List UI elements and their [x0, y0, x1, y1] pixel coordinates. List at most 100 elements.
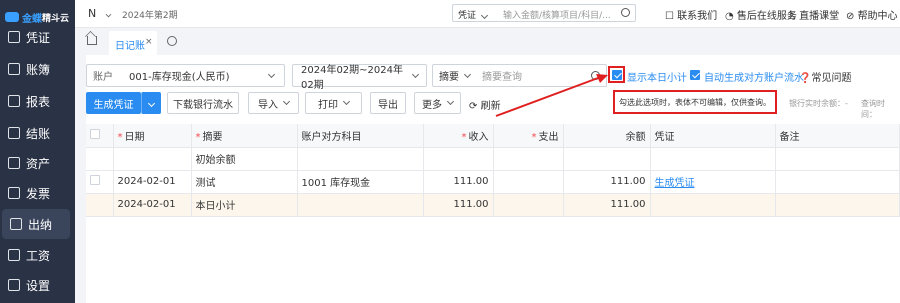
col-date[interactable]: * 日期 [113, 124, 192, 148]
invoice-icon [8, 187, 20, 199]
salary-icon [8, 249, 20, 261]
voucher-icon [8, 31, 20, 43]
faq-link[interactable]: ❓常见问题 [799, 69, 851, 84]
live-class-link[interactable]: ♙ 直播课堂 [787, 7, 839, 22]
cell-expense[interactable] [493, 170, 564, 194]
generate-voucher-dropdown[interactable] [141, 92, 161, 114]
generate-voucher-button[interactable]: 生成凭证 [86, 92, 141, 114]
col-summary[interactable]: * 摘要 [191, 124, 298, 148]
cell-summary: 本日小计 [191, 193, 298, 217]
col-balance: 余额 [563, 124, 651, 148]
global-search[interactable]: 凭证 输入金额/核算项目/科目/... [452, 4, 636, 22]
cell-income [423, 147, 494, 171]
asset-icon [8, 157, 20, 169]
sidebar-item-label: 设置 [26, 278, 51, 293]
closing-icon [8, 127, 20, 139]
show-daily-subtotal-label[interactable]: 显示本日小计 [627, 69, 687, 84]
sidebar-item-label: 凭证 [26, 30, 51, 45]
cashier-icon [10, 218, 22, 230]
sidebar-item-label: 资产 [26, 156, 51, 171]
sidebar-item-label: 结账 [26, 126, 51, 141]
cell-note [775, 147, 900, 171]
summary-input[interactable]: 摘要查询 [482, 68, 591, 83]
daily-subtotal-row: 2024-02-01 本日小计 111.00 111.00 [86, 193, 900, 217]
table-row: 初始余额 [86, 147, 900, 171]
sidebar-item-label: 工资 [26, 248, 51, 263]
help-center-link[interactable]: ⊘ 帮助中心 [846, 7, 898, 22]
col-note: 备注 [775, 124, 900, 148]
journal-table: *日期 *摘要 账户对方科目 *收入 *支出 余额 凭证 备注 初始余额 [86, 124, 900, 217]
print-button[interactable]: 打印 [305, 92, 362, 114]
cell-voucher [650, 147, 776, 171]
cell-balance: 111.00 [563, 170, 651, 194]
select-all-checkbox[interactable] [90, 128, 100, 139]
top-bar: N 2024年第2期 凭证 输入金额/核算项目/科目/... ☐ 联系我们 ◔ … [75, 0, 900, 28]
export-button[interactable]: 导出 [370, 92, 406, 114]
cell-voucher [650, 193, 776, 217]
tab-more-icon[interactable] [167, 36, 177, 46]
sidebar-item-label: 发票 [26, 186, 51, 201]
table-row: 2024-02-01 测试 1001 库存现金 111.00 111.00 生成… [86, 170, 900, 194]
sidebar-item-settings[interactable]: 设置 [0, 270, 75, 300]
sidebar-item-label: 出纳 [28, 217, 53, 232]
contact-us-link[interactable]: ☐ 联系我们 [665, 7, 717, 22]
cell-account[interactable]: 1001 库存现金 [297, 170, 424, 194]
cell-account [297, 193, 424, 217]
import-button[interactable]: 导入 [248, 92, 299, 114]
highlight-box [608, 66, 625, 83]
logo-mark-icon [5, 12, 19, 22]
cell-date: 2024-02-01 [113, 193, 192, 217]
ledger-icon [8, 63, 20, 75]
cell-summary[interactable]: 测试 [191, 170, 298, 194]
sidebar-item-report[interactable]: 报表 [0, 86, 75, 116]
cell-date[interactable]: 2024-02-01 [113, 170, 192, 194]
sidebar-item-label: 账簿 [26, 62, 51, 77]
cell-summary: 初始余额 [191, 147, 298, 171]
search-icon[interactable] [621, 8, 630, 17]
cell-date [113, 147, 192, 171]
search-type-select[interactable]: 凭证 [458, 8, 489, 21]
download-bank-flow-button[interactable]: 下载银行流水 [167, 92, 239, 114]
sidebar-item-closing[interactable]: 结账 [0, 118, 75, 148]
summary-search-icon[interactable] [591, 71, 600, 80]
auto-generate-label[interactable]: 自动生成对方账户流水 [704, 69, 804, 84]
col-expense[interactable]: * 支出 [493, 124, 564, 148]
cell-note[interactable] [775, 170, 900, 194]
cell-expense [493, 147, 564, 171]
generate-voucher-link[interactable]: 生成凭证 [650, 170, 776, 194]
tab-close-icon[interactable]: × [145, 37, 153, 47]
sidebar: 金蝶 精斗云 凭证 账簿 报表 结账 资产 发票 出纳 工资 设置 [0, 0, 75, 303]
home-icon[interactable] [87, 36, 97, 45]
account-select[interactable]: 账户 001-库存现金(人民币) [86, 64, 285, 87]
refresh-button[interactable]: ⟳ 刷新 [469, 97, 501, 112]
cell-balance: 111.00 [563, 193, 651, 217]
col-income[interactable]: * 收入 [423, 124, 494, 148]
cell-account [297, 147, 424, 171]
help-icon: ❓ [799, 73, 812, 84]
cell-income[interactable]: 111.00 [423, 170, 494, 194]
report-icon [8, 95, 20, 107]
table-header-row: * 日期 * 摘要 账户对方科目 * 收入 * 支出 余额 凭证 备注 [86, 124, 900, 148]
period-range-select[interactable]: 2024年02期~2024年02期 [292, 64, 427, 91]
auto-generate-checkbox[interactable] [690, 70, 700, 80]
settings-icon [8, 279, 20, 291]
sidebar-item-ledger[interactable]: 账簿 [0, 54, 75, 84]
sidebar-item-voucher[interactable]: 凭证 [0, 22, 75, 52]
sidebar-item-asset[interactable]: 资产 [0, 148, 75, 178]
cell-income: 111.00 [423, 193, 494, 217]
summary-search[interactable]: 摘要 摘要查询 [432, 64, 607, 87]
tab-bar: 日记账 × [75, 28, 900, 55]
sidebar-item-cashier[interactable]: 出纳 [2, 209, 70, 239]
annotation-note: 勾选此选项时，表体不可编辑，仅供查询。 [613, 90, 777, 114]
sidebar-item-invoice[interactable]: 发票 [0, 178, 75, 208]
refresh-icon: ⟳ [469, 101, 478, 112]
sidebar-item-label: 报表 [26, 94, 51, 109]
query-time-label: 查询时间： [861, 99, 885, 119]
account-switcher[interactable]: N [88, 7, 112, 20]
search-input[interactable]: 输入金额/核算项目/科目/... [503, 8, 611, 21]
row-checkbox[interactable] [90, 175, 100, 185]
cell-expense [493, 193, 564, 217]
period-label: 2024年第2期 [122, 11, 178, 21]
more-button[interactable]: 更多 [414, 92, 461, 114]
sidebar-item-salary[interactable]: 工资 [0, 240, 75, 270]
